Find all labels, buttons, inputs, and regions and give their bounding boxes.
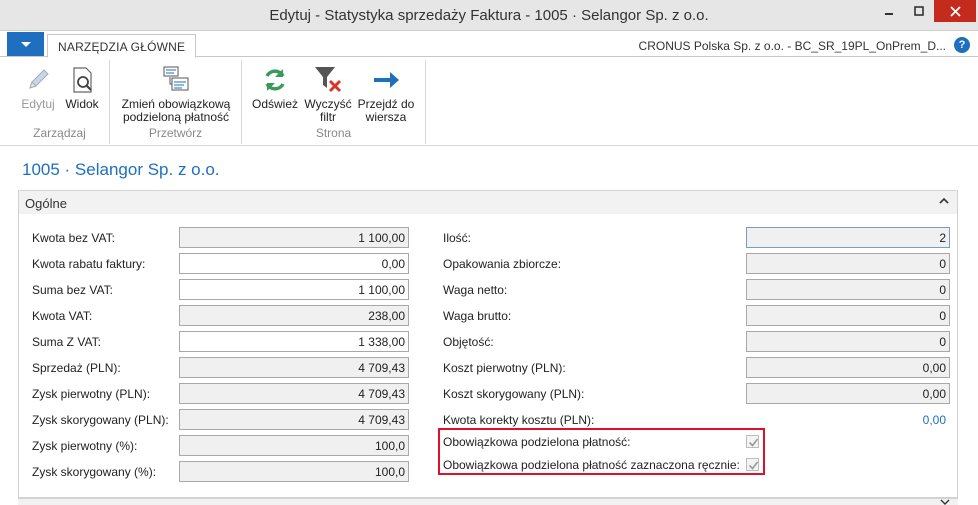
total-excl-vat-input[interactable]: 1 100,00: [179, 279, 409, 300]
refresh-label: Odśwież: [251, 97, 298, 111]
total-incl-vat-input[interactable]: 1 338,00: [179, 331, 409, 352]
window-controls: [874, 0, 976, 22]
field-value: 1 100,00: [179, 227, 409, 248]
arrow-right-icon: [370, 64, 402, 96]
chevron-down-icon[interactable]: [940, 499, 950, 505]
edit-button[interactable]: Edytuj: [18, 64, 58, 111]
field-label: Koszt skorygowany (PLN):: [443, 387, 585, 401]
app-menu-button[interactable]: [7, 32, 44, 56]
chevron-up-icon[interactable]: [939, 197, 949, 205]
field-label: Kwota bez VAT:: [32, 231, 115, 245]
maximize-button[interactable]: [904, 0, 934, 22]
ribbon-tab-row: NARZĘDZIA GŁÓWNE CRONUS Polska Sp. z o.o…: [0, 32, 978, 58]
pencil-icon: [22, 64, 54, 96]
field-label: Sprzedaż (PLN):: [32, 361, 121, 375]
chevron-down-icon: [20, 41, 31, 47]
group-process-label: Przetwórz: [148, 126, 203, 140]
minimize-icon: [885, 13, 893, 15]
field-value: 4 709,43: [179, 383, 409, 404]
fasttab-title: Ogólne: [25, 196, 67, 211]
go-to-line-button[interactable]: Przejdź do wiersza: [356, 64, 416, 124]
group-manage: Edytuj Widok Zarządzaj: [10, 60, 110, 144]
change-split-payment-button[interactable]: Zmień obowiązkową podzieloną płatność: [116, 64, 236, 124]
minimize-button[interactable]: [874, 0, 904, 22]
field-value: 4 709,43: [179, 357, 409, 378]
maximize-icon: [914, 6, 924, 16]
field-value: 0,00: [746, 383, 950, 404]
company-info: CRONUS Polska Sp. z o.o. - BC_SR_19PL_On…: [638, 39, 946, 53]
title-bar: Edytuj - Statystyka sprzedaży Faktura - …: [0, 0, 978, 31]
field-label: Zysk pierwotny (%):: [32, 439, 138, 453]
tab-home[interactable]: NARZĘDZIA GŁÓWNE: [47, 34, 197, 58]
field-value: 0: [746, 331, 950, 352]
field-label: Kwota rabatu faktury:: [32, 257, 146, 271]
field-label: Zysk pierwotny (PLN):: [32, 387, 151, 401]
go-to-line-label-2: wiersza: [365, 110, 407, 124]
close-button[interactable]: [934, 0, 976, 22]
field-value: 4 709,43: [179, 409, 409, 430]
fasttab-general[interactable]: Ogólne: [18, 190, 958, 215]
edit-label: Edytuj: [21, 97, 55, 111]
next-fasttab-edge: [18, 498, 958, 505]
invoice-discount-input[interactable]: 0,00: [179, 253, 409, 274]
clear-filter-button[interactable]: Wyczyść filtr: [302, 64, 354, 124]
ribbon: Edytuj Widok Zarządzaj Zmień obowiązkową…: [0, 58, 978, 146]
field-label: Waga netto:: [443, 283, 508, 297]
clear-filter-label-2: filtr: [320, 110, 336, 124]
page-title: 1005 · Selangor Sp. z o.o.: [22, 160, 220, 179]
field-value: 0,00: [746, 357, 950, 378]
refresh-icon: [259, 64, 291, 96]
field-label: Opakowania zbiorcze:: [443, 257, 562, 271]
field-value: 238,00: [179, 305, 409, 326]
quantity-field[interactable]: 2: [746, 227, 950, 248]
group-process: Zmień obowiązkową podzieloną płatność Pr…: [110, 60, 242, 144]
field-label: Suma Z VAT:: [32, 335, 101, 349]
field-label: Kwota VAT:: [32, 309, 93, 323]
group-page-label: Strona: [315, 126, 352, 140]
close-icon: [949, 5, 961, 17]
group-manage-label: Zarządzaj: [33, 126, 86, 140]
field-label: Zysk skorygowany (PLN):: [32, 413, 169, 427]
view-label: Widok: [65, 97, 99, 111]
field-label: Koszt pierwotny (PLN):: [443, 361, 566, 375]
change-split-label-2: podzieloną płatność: [122, 110, 230, 124]
view-icon: [66, 64, 98, 96]
field-label: Suma bez VAT:: [32, 283, 113, 297]
window-title: Edytuj - Statystyka sprzedaży Faktura - …: [269, 7, 709, 24]
help-button[interactable]: ?: [954, 37, 970, 53]
highlight-box: [438, 428, 765, 475]
field-value: 100,0: [179, 461, 409, 482]
field-label: Waga brutto:: [443, 309, 512, 323]
field-label: Kwota korekty kosztu (PLN):: [443, 413, 595, 427]
refresh-button[interactable]: Odśwież: [250, 64, 300, 111]
field-value: 100,0: [179, 435, 409, 456]
field-value: 0: [746, 253, 950, 274]
view-button[interactable]: Widok: [62, 64, 102, 111]
cost-adjustment-link[interactable]: 0,00: [746, 413, 946, 427]
split-payment-icon: [160, 64, 192, 96]
field-value: 0: [746, 279, 950, 300]
clear-filter-icon: [312, 64, 344, 96]
field-value: 0: [746, 305, 950, 326]
group-page: Odśwież Wyczyść filtr Przejdź do wiersza…: [242, 60, 426, 144]
field-label: Zysk skorygowany (%):: [32, 465, 157, 479]
field-label: Objętość:: [443, 335, 494, 349]
field-label: Ilość:: [443, 231, 472, 245]
